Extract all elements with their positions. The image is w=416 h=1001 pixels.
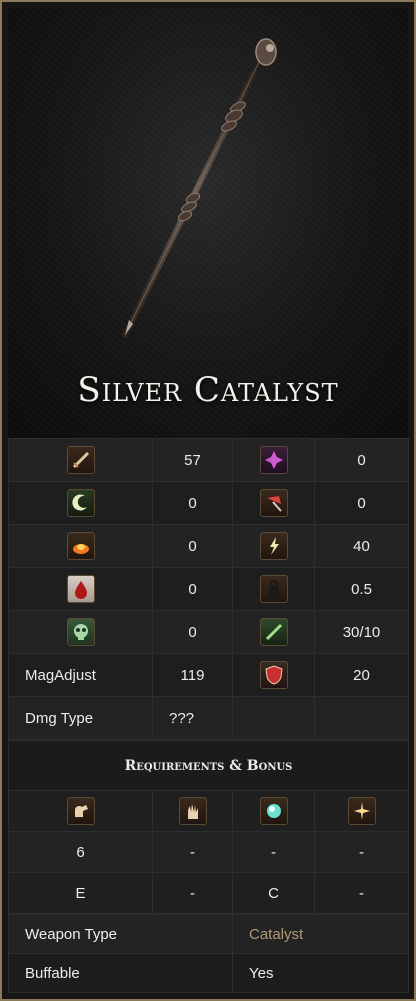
stats-row: MagAdjust 119 20 [8,653,409,697]
weapon-type-link[interactable]: Catalyst [232,914,409,954]
stats-row: 0 0 [8,481,409,525]
stats-row: 0 40 [8,524,409,568]
weapon-type-row: Weapon Type Catalyst [8,914,409,954]
silver-catalyst-wand-image [122,38,277,338]
mag-adjust-value: 119 [152,653,233,697]
stability-icon [259,661,288,689]
stats-row: 0 0.5 [8,567,409,611]
dmg-type-label: Dmg Type [8,696,153,740]
buffable-value: Yes [232,953,409,993]
weapon-name: Silver Catalyst [77,370,339,410]
faith-icon [347,797,376,825]
strength-bonus: E [8,872,153,914]
poison-value: 0 [152,610,233,654]
dexterity-bonus: - [152,872,233,914]
stats-row: 0 30/10 [8,610,409,654]
magic-attack-icon [66,489,95,517]
strength-requirement: 6 [8,831,153,873]
bleed-value: 0 [152,567,233,611]
bow-bonus-icon [259,489,288,517]
magic-attack-value: 0 [152,481,233,525]
durability-value: 30/10 [314,610,409,654]
weight-value: 0.5 [314,567,409,611]
requirements-required-row: 6 - - - [8,831,409,873]
lightning-attack-value: 40 [314,524,409,568]
faith-requirement: - [314,831,409,873]
physical-attack-value: 57 [152,438,233,482]
lightning-attack-icon [259,532,288,560]
stats-row: Dmg Type ??? [8,696,409,740]
critical-hit-value: 0 [314,438,409,482]
weight-icon [259,575,288,603]
strength-icon [66,797,95,825]
bleed-icon [66,575,95,603]
stats-row: 57 0 [8,438,409,482]
fire-attack-value: 0 [152,524,233,568]
bow-bonus-value: 0 [314,481,409,525]
requirements-table: Requirements & Bonus 6 - - - E - C - [8,740,409,914]
dexterity-icon [178,797,207,825]
requirements-icons-row [8,790,409,832]
buffable-row: Buffable Yes [8,953,409,993]
dexterity-requirement: - [152,831,233,873]
info-table: Weapon Type Catalyst Buffable Yes [8,914,409,993]
faith-bonus: - [314,872,409,914]
dmg-type-value: ??? [152,696,233,740]
intelligence-requirement: - [232,831,315,873]
stats-table: 57 0 0 0 0 40 0 0.5 0 30/10 MagAdjust 11… [8,438,409,740]
fire-attack-icon [66,532,95,560]
intelligence-icon [259,797,288,825]
buffable-label: Buffable [8,953,233,993]
requirements-bonus-row: E - C - [8,872,409,914]
weapon-hero: Silver Catalyst [8,8,408,438]
weapon-type-label: Weapon Type [8,914,233,954]
critical-hit-icon [259,446,288,474]
physical-attack-icon [66,446,95,474]
stability-value: 20 [314,653,409,697]
poison-icon [66,618,95,646]
item-card: Silver Catalyst 57 0 0 0 0 40 0 0.5 0 30… [0,0,416,1001]
intelligence-bonus: C [232,872,315,914]
requirements-heading: Requirements & Bonus [8,740,409,791]
durability-icon [259,618,288,646]
mag-adjust-label: MagAdjust [8,653,153,697]
